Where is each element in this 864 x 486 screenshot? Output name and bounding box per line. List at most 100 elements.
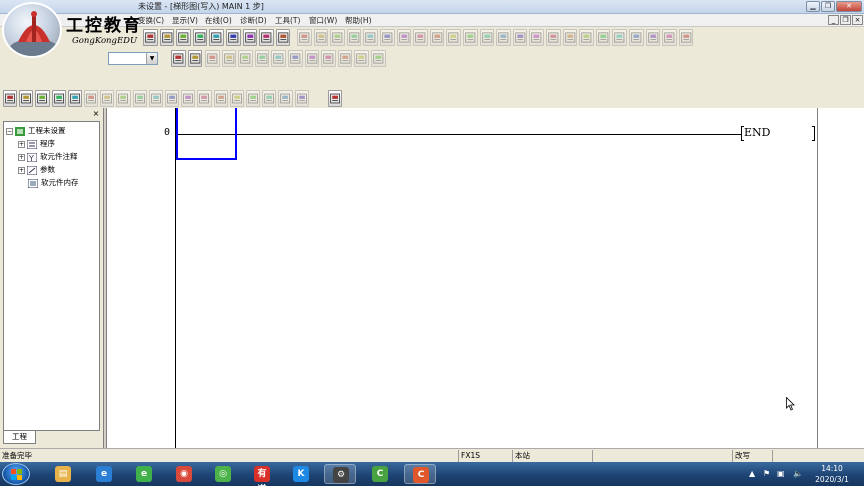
toolbar-edit-more-button[interactable] [84, 90, 99, 107]
toolbar-disabled-button[interactable] [330, 29, 345, 46]
toolbar-disabled-button[interactable] [313, 29, 329, 46]
toolbar-disabled-button[interactable] [645, 29, 661, 46]
toolbar-disabled-button[interactable] [221, 50, 237, 67]
toolbar-disabled-button[interactable] [354, 50, 369, 67]
toolbar-edit-more-button[interactable] [100, 90, 115, 107]
minimize-button[interactable]: ▁ [806, 1, 820, 12]
toolbar-disabled-button[interactable] [629, 29, 644, 46]
toolbar-disabled-button[interactable] [238, 50, 253, 67]
tree-item-comments[interactable]: + Y 软元件注释 [18, 151, 78, 163]
toolbar-edit-more-button[interactable] [229, 90, 244, 107]
toolbar-disabled-button[interactable] [337, 50, 353, 67]
toolbar-disabled-button[interactable] [288, 50, 303, 67]
toolbar-tool-button[interactable] [192, 29, 208, 46]
editor-cursor[interactable] [176, 108, 237, 160]
toolbar-disabled-button[interactable] [346, 29, 362, 46]
expand-icon[interactable]: + [18, 166, 25, 174]
toolbar-disabled-button[interactable] [297, 29, 312, 46]
system-clock[interactable]: 14:10 2020/3/1 [812, 463, 852, 485]
toolbar-disabled-button[interactable] [612, 29, 627, 46]
tree-item-program[interactable]: + 程序 [18, 138, 55, 150]
toolbar-tool-button[interactable] [259, 29, 274, 46]
menu-help[interactable]: 帮助(H) [345, 15, 372, 26]
toolbar-edit-button[interactable] [35, 90, 50, 107]
tree-root[interactable]: − 工程未设置 [6, 125, 66, 137]
network-icon[interactable]: ▣ [777, 469, 785, 478]
toolbar-view-button[interactable] [187, 50, 203, 67]
toolbar-disabled-button[interactable] [496, 29, 511, 46]
toolbar-monitor-button[interactable] [328, 90, 343, 107]
menu-window[interactable]: 窗口(W) [309, 15, 337, 26]
taskbar-camtasia-green[interactable]: C [364, 464, 396, 484]
toolbar-edit-more-button[interactable] [262, 90, 277, 107]
taskbar-chrome[interactable]: ◉ [168, 464, 200, 484]
taskbar-internet-explorer[interactable]: e [88, 464, 120, 484]
toolbar-tool-button[interactable] [242, 29, 258, 46]
toolbar-edit-button[interactable] [67, 90, 82, 107]
expand-icon[interactable]: + [18, 153, 25, 161]
toolbar-disabled-button[interactable] [512, 29, 528, 46]
toolbar-edit-more-button[interactable] [148, 90, 163, 107]
mdi-close-button[interactable]: × [852, 15, 863, 25]
toolbar-disabled-button[interactable] [205, 50, 220, 67]
toolbar-disabled-button[interactable] [463, 29, 478, 46]
toolbar-edit-more-button[interactable] [181, 90, 196, 107]
flag-icon[interactable]: ⚑ [763, 469, 770, 478]
panel-close-icon[interactable]: × [91, 110, 101, 119]
toolbar-disabled-button[interactable] [254, 50, 270, 67]
mdi-minimize-button[interactable]: _ [828, 15, 839, 25]
toolbar-disabled-button[interactable] [429, 29, 445, 46]
toolbar-edit-more-button[interactable] [116, 90, 131, 107]
toolbar-edit-more-button[interactable] [278, 90, 293, 107]
toolbar-disabled-button[interactable] [304, 50, 320, 67]
taskbar-360-browser[interactable]: e [128, 464, 160, 484]
volume-icon[interactable]: 🔈 [793, 469, 803, 478]
toolbar-disabled-button[interactable] [321, 50, 336, 67]
toolbar-tool-button[interactable] [209, 29, 224, 46]
toolbar-disabled-button[interactable] [595, 29, 611, 46]
toolbar-disabled-button[interactable] [446, 29, 461, 46]
start-button[interactable] [2, 463, 30, 485]
toolbar-disabled-button[interactable] [363, 29, 378, 46]
toolbar-disabled-button[interactable] [396, 29, 412, 46]
menu-tools[interactable]: 工具(T) [275, 15, 300, 26]
menu-diagnostics[interactable]: 诊断(D) [240, 15, 267, 26]
tree-item-device-memory[interactable]: 软元件内存 [28, 177, 79, 189]
toolbar-tool-button[interactable] [176, 29, 191, 46]
menu-view[interactable]: 显示(V) [172, 15, 198, 26]
tab-project[interactable]: 工程 [3, 431, 36, 444]
toolbar-edit-more-button[interactable] [197, 90, 212, 107]
mdi-restore-button[interactable]: ❐ [840, 15, 851, 25]
toolbar-disabled-button[interactable] [479, 29, 495, 46]
toolbar-edit-more-button[interactable] [246, 90, 261, 107]
toolbar-disabled-button[interactable] [271, 50, 286, 67]
toolbar-edit-more-button[interactable] [132, 90, 147, 107]
toolbar-disabled-button[interactable] [662, 29, 677, 46]
toolbar-edit-more-button[interactable] [294, 90, 309, 107]
toolbar-disabled-button[interactable] [413, 29, 428, 46]
toolbar-tool-button[interactable] [275, 29, 291, 46]
taskbar-mitsubishi-gx[interactable]: ⚙ [324, 464, 356, 484]
taskbar-kugou[interactable]: K [285, 464, 317, 484]
menu-online[interactable]: 在线(O) [205, 15, 232, 26]
taskbar-youdao[interactable]: 有道 [246, 464, 278, 486]
toolbar-edit-more-button[interactable] [165, 90, 180, 107]
toolbar-edit-more-button[interactable] [213, 90, 228, 107]
toolbar-edit-button[interactable] [19, 90, 34, 107]
toolbar-edit-button[interactable] [51, 90, 66, 107]
toolbar-tool-button[interactable] [226, 29, 241, 46]
taskbar-file-explorer[interactable]: ▤ [47, 464, 79, 484]
toolbar-disabled-button[interactable] [678, 29, 694, 46]
toolbar-disabled-button[interactable] [529, 29, 544, 46]
toolbar-view-button[interactable] [171, 50, 186, 67]
toolbar-disabled-button[interactable] [371, 50, 386, 67]
toolbar-disabled-button[interactable] [546, 29, 561, 46]
collapse-icon[interactable]: − [6, 127, 13, 135]
toolbar-tool-button[interactable] [143, 29, 158, 46]
taskbar-wechat[interactable]: ◎ [207, 464, 239, 484]
taskbar-camtasia-orange[interactable]: C [404, 464, 436, 484]
toolbar-disabled-button[interactable] [562, 29, 578, 46]
toolbar-tool-button[interactable] [159, 29, 175, 46]
toolbar-edit-button[interactable] [3, 90, 18, 107]
expand-icon[interactable]: + [18, 140, 25, 148]
